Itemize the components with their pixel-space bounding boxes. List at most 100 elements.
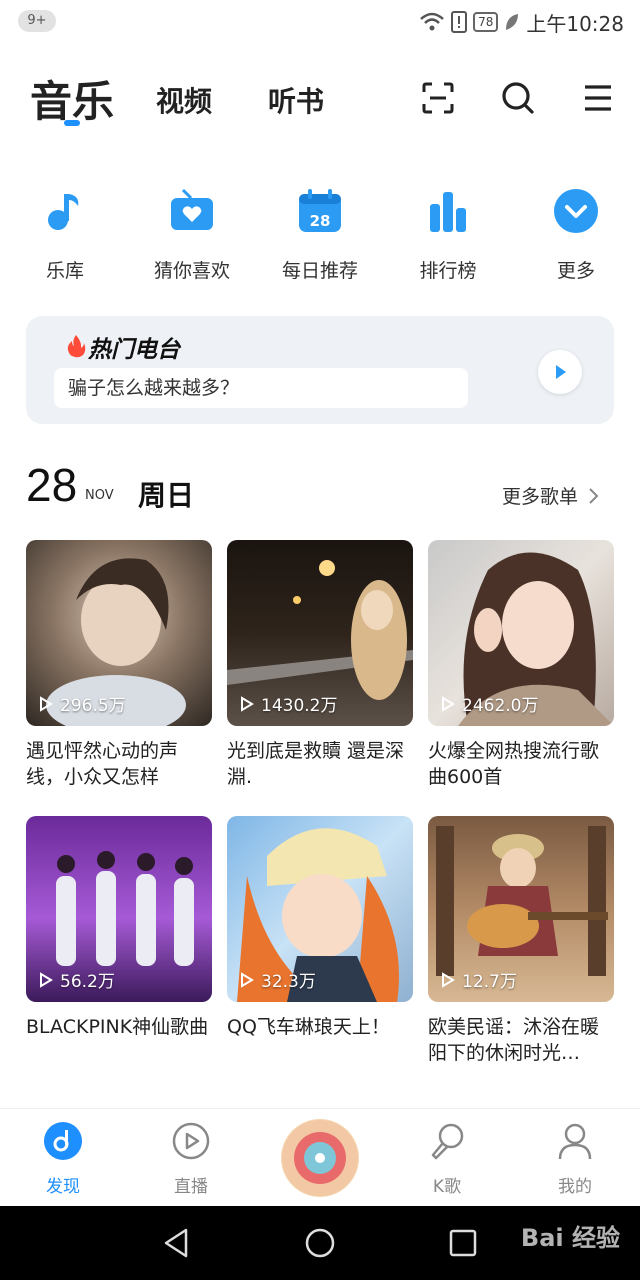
quick-entries: 乐库 猜你喜欢 28 每日推荐 排行榜 更多 — [0, 180, 640, 283]
notification-badge: 9+ — [18, 10, 56, 32]
battery-indicator: 78 — [473, 12, 499, 32]
playlist-title[interactable]: BLACKPINK神仙歌曲 — [26, 1014, 212, 1066]
date-month: NOV — [85, 488, 114, 503]
leaf-icon — [506, 14, 519, 30]
tab-video[interactable]: 视频 — [156, 80, 212, 120]
playlist-cover[interactable]: 12.7万 — [428, 816, 614, 1002]
quick-daily-recommend[interactable]: 28 每日推荐 — [265, 180, 375, 283]
play-icon — [241, 695, 254, 712]
playlist-card[interactable]: 56.2万 BLACKPINK神仙歌曲 — [26, 816, 212, 1066]
center-album-icon — [282, 1120, 358, 1196]
chevron-right-icon — [589, 487, 599, 504]
quick-charts-label: 排行榜 — [419, 260, 477, 282]
watermark: Bai 经验 — [520, 1224, 620, 1252]
mic-icon — [431, 1123, 464, 1160]
status-time: 上午10:28 — [526, 11, 624, 36]
bar-chart-icon — [430, 192, 466, 232]
nav-live[interactable]: 直播 — [146, 1121, 236, 1197]
play-count: 1430.2万 — [239, 691, 337, 716]
play-count-text: 2462.0万 — [462, 696, 539, 716]
recents-icon[interactable] — [446, 1226, 480, 1260]
hot-radio-play-button[interactable] — [538, 350, 582, 394]
nav-mine-label: 我的 — [558, 1177, 592, 1197]
center-album-button[interactable] — [281, 1119, 359, 1197]
nav-discover-label: 发现 — [46, 1177, 80, 1197]
bottom-nav: 发现 直播 K歌 我的 — [0, 1108, 640, 1206]
alert-icon — [451, 11, 468, 33]
nav-discover[interactable]: 发现 — [18, 1121, 108, 1197]
discover-icon — [44, 1122, 82, 1160]
nav-ksong-label: K歌 — [432, 1177, 462, 1197]
date-day: 28 — [26, 459, 78, 511]
play-count: 32.3万 — [239, 967, 316, 992]
playlist-card[interactable]: 296.5万 遇见怦然心动的声线，小众又怎样 — [26, 540, 212, 790]
tab-audiobook[interactable]: 听书 — [268, 80, 324, 120]
quick-library-label: 乐库 — [45, 260, 84, 282]
play-icon — [40, 695, 53, 712]
nav-live-label: 直播 — [174, 1177, 208, 1197]
play-count-text: 56.2万 — [60, 972, 115, 992]
hot-radio-title: 热门电台 — [88, 337, 180, 363]
back-icon[interactable] — [160, 1226, 194, 1260]
playlist-card[interactable]: 2462.0万 火爆全网热搜流行歌曲600首 — [428, 540, 614, 790]
playlist-title[interactable]: 欧美民谣：沐浴在暖阳下的休闲时光… — [428, 1014, 614, 1066]
live-play-icon — [172, 1122, 210, 1160]
quick-charts[interactable]: 排行榜 — [393, 180, 503, 283]
quick-daily-label: 每日推荐 — [281, 260, 358, 282]
system-nav-bar: Bai 经验 — [0, 1206, 640, 1280]
music-note-icon — [48, 194, 79, 230]
chevron-down-icon — [554, 189, 598, 233]
more-playlists-label: 更多歌单 — [502, 486, 579, 508]
hot-radio-card[interactable]: 热门电台 骗子怎么越来越多？ — [26, 316, 614, 424]
quick-guess-label: 猜你喜欢 — [153, 260, 230, 282]
nav-mine[interactable]: 我的 — [530, 1121, 620, 1197]
playlist-title[interactable]: 遇见怦然心动的声线，小众又怎样 — [26, 738, 212, 790]
scan-icon[interactable] — [418, 78, 458, 118]
playlist-card[interactable]: 12.7万 欧美民谣：沐浴在暖阳下的休闲时光… — [428, 816, 614, 1066]
hot-radio-text[interactable]: 骗子怎么越来越多？ — [54, 368, 468, 408]
play-count-text: 12.7万 — [462, 972, 517, 992]
playlist-cover[interactable]: 32.3万 — [227, 816, 413, 1002]
calendar-day-text: 28 — [310, 212, 331, 230]
play-icon — [556, 365, 566, 379]
play-icon — [442, 971, 455, 988]
play-icon — [40, 971, 53, 988]
quick-more-label: 更多 — [556, 260, 595, 282]
nav-ksong[interactable]: K歌 — [402, 1121, 492, 1197]
quick-more[interactable]: 更多 — [521, 180, 631, 283]
play-count: 296.5万 — [38, 691, 126, 716]
play-count-text: 296.5万 — [60, 696, 126, 716]
quick-guess-you-like[interactable]: 猜你喜欢 — [137, 180, 247, 283]
playlist-title[interactable]: QQ飞车琳琅天上！ — [227, 1014, 413, 1066]
play-icon — [241, 971, 254, 988]
user-icon — [558, 1123, 592, 1160]
search-icon[interactable] — [498, 78, 538, 118]
playlist-cover[interactable]: 56.2万 — [26, 816, 212, 1002]
quick-library[interactable]: 乐库 — [10, 180, 120, 283]
playlist-cover[interactable]: 296.5万 — [26, 540, 212, 726]
menu-icon[interactable] — [578, 78, 618, 118]
playlist-cover[interactable]: 2462.0万 — [428, 540, 614, 726]
fire-icon — [67, 335, 86, 358]
play-icon — [442, 695, 455, 712]
date-weekday: 周日 — [138, 479, 195, 512]
play-count: 12.7万 — [440, 967, 517, 992]
playlist-cover[interactable]: 1430.2万 — [227, 540, 413, 726]
calendar-icon: 28 — [299, 189, 341, 232]
top-header: 音乐 视频 听书 — [0, 60, 640, 140]
tab-indicator — [64, 120, 80, 126]
home-icon[interactable] — [303, 1226, 337, 1260]
radio-heart-icon — [171, 188, 213, 230]
status-bar: 9+ 78 上午10:28 — [0, 0, 640, 44]
wifi-icon — [420, 12, 444, 31]
play-count-text: 1430.2万 — [261, 696, 338, 716]
play-count-text: 32.3万 — [261, 972, 316, 992]
play-count: 2462.0万 — [440, 691, 538, 716]
play-count: 56.2万 — [38, 967, 115, 992]
playlist-card[interactable]: 32.3万 QQ飞车琳琅天上！ — [227, 816, 413, 1066]
playlist-card[interactable]: 1430.2万 光到底是救贖 還是深淵. — [227, 540, 413, 790]
playlist-title[interactable]: 火爆全网热搜流行歌曲600首 — [428, 738, 614, 790]
more-playlists-link[interactable]: 更多歌单 — [502, 482, 600, 509]
status-right: 78 上午10:28 — [419, 8, 624, 36]
playlist-title[interactable]: 光到底是救贖 還是深淵. — [227, 738, 413, 790]
